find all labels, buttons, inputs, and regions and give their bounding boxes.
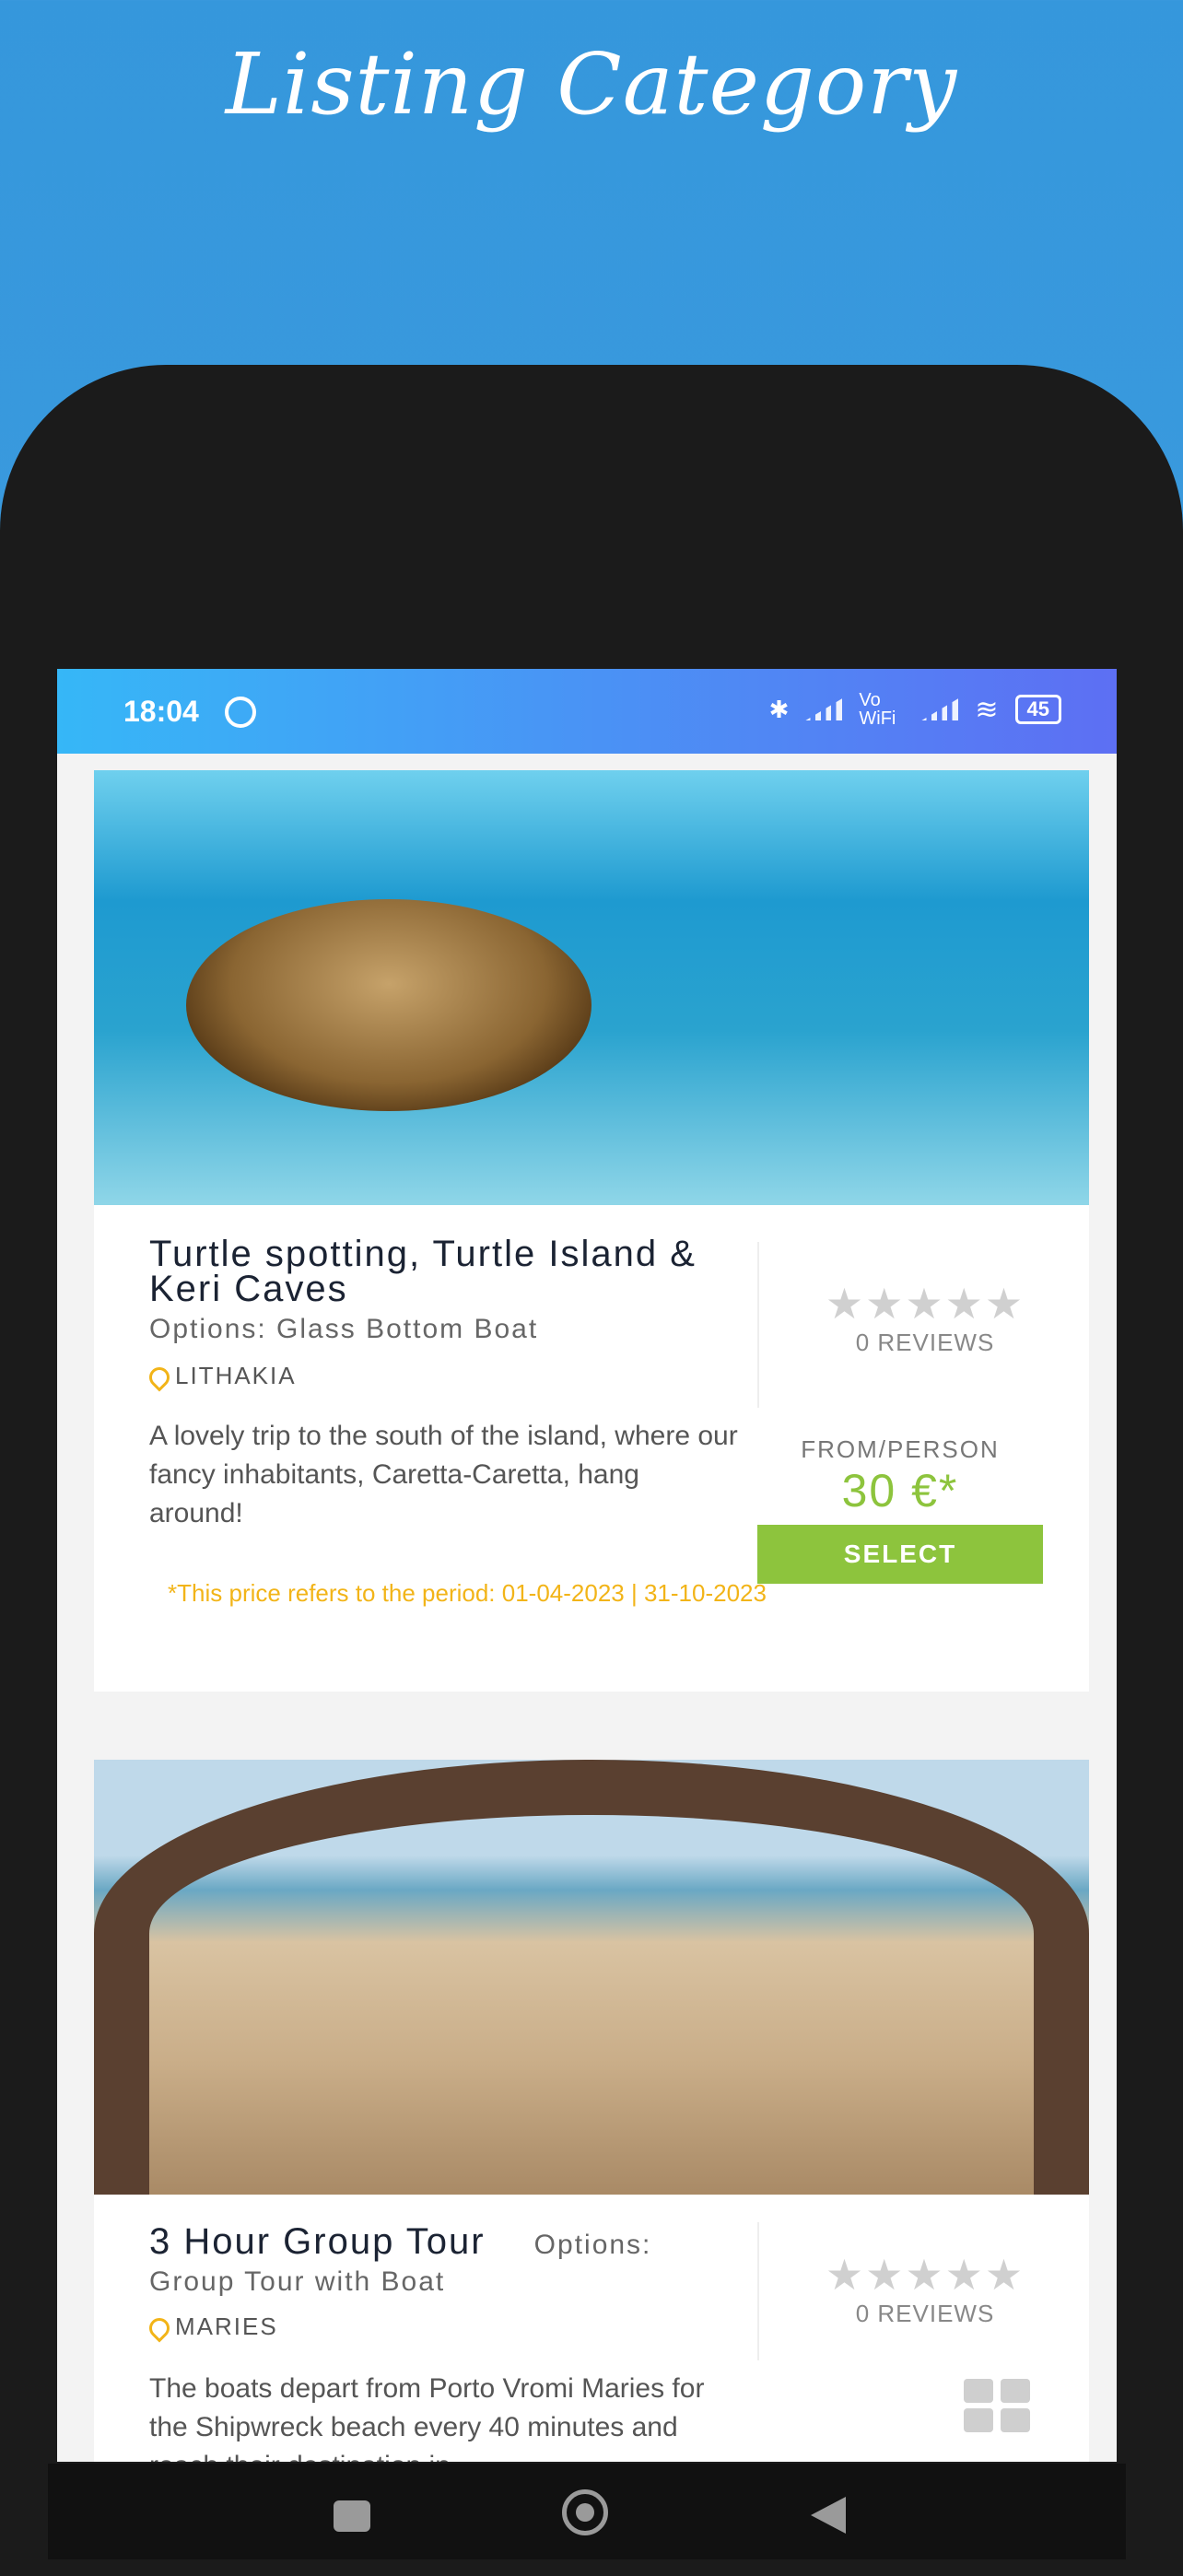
app-screen: 18:04 ✱ Vo WiFi ≋ 45 Turtle spotting, Tu… [57,669,1117,2462]
status-icons: ✱ Vo WiFi ≋ 45 [769,691,1061,728]
status-bar: 18:04 ✱ Vo WiFi ≋ 45 [57,669,1117,754]
select-button[interactable]: SELECT [757,1525,1043,1584]
grid-view-icon[interactable] [964,2379,1032,2434]
signal-icon-2 [921,698,959,720]
listing-photo[interactable] [94,770,1089,1205]
location-pin-icon [145,1363,174,1392]
reviews-count: 0 REVIEWS [855,2300,995,2327]
rating-stars: ★★★★★ [825,1280,1025,1328]
listing-photo[interactable] [94,1760,1089,2195]
price-value: 30 €* [841,1465,959,1516]
price-label: FROM/PERSON [801,1435,1000,1463]
alarm-icon [225,697,256,728]
location-label: MARIES [175,2313,278,2340]
listing-card[interactable]: Turtle spotting, Turtle Island & Keri Ca… [94,770,1089,1692]
location-label: LITHAKIA [175,1362,297,1389]
promo-title: Listing Category [225,35,958,134]
wifi-icon: ≋ [975,694,999,725]
status-time: 18:04 [123,695,199,728]
battery-icon: 45 [1014,695,1061,724]
listing-location: LITHAKIA [145,1362,297,1392]
listing-title[interactable]: 3 Hour Group Tour Options: [149,2221,739,2263]
listing-options-prefix: Options: [533,2230,652,2260]
listing-description: The boats depart from Porto Vromi Maries… [149,2373,705,2462]
recent-apps-icon[interactable] [334,2500,370,2532]
rating-stars: ★★★★★ [825,2251,1025,2299]
listing-options: Group Tour with Boat [149,2266,446,2297]
listing-card[interactable]: 3 Hour Group Tour Options: Group Tour wi… [94,1760,1089,2462]
shipwreck-arch-illustration [94,1760,1089,2195]
android-nav-bar [48,2464,1126,2559]
listing-options: Options: Glass Bottom Boat [149,1314,539,1344]
back-icon[interactable] [811,2497,846,2534]
listing-location: MARIES [145,2313,278,2343]
location-pin-icon [145,2313,174,2343]
bluetooth-icon: ✱ [768,695,790,723]
vowifi-label: Vo WiFi [859,690,896,729]
turtle-illustration [186,899,592,1111]
price-period-note: *This price refers to the period: 01-04-… [168,1579,767,1607]
signal-icon [805,698,843,720]
price-box: FROM/PERSON 30 €* SELECT [757,1435,1043,1584]
listing-description: A lovely trip to the south of the island… [149,1421,738,1528]
reviews-count: 0 REVIEWS [855,1329,995,1356]
rating-block: ★★★★★ 0 REVIEWS [757,1242,1091,1408]
rating-block: ★★★★★ 0 REVIEWS [757,2222,1091,2360]
listing-title[interactable]: Turtle spotting, Turtle Island & Keri Ca… [149,1235,702,1307]
listing-title-text: 3 Hour Group Tour [149,2221,486,2262]
home-icon[interactable] [562,2489,608,2535]
